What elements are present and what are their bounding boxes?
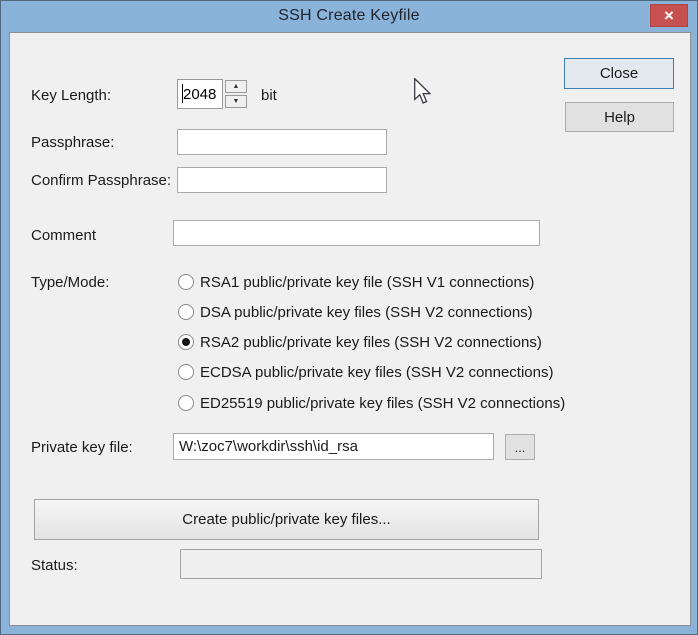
ssh-create-keyfile-dialog: SSH Create Keyfile × Key Length: ▲ ▼ bit… — [0, 0, 698, 635]
radio-ed25519[interactable]: ED25519 public/private key files (SSH V2… — [178, 394, 565, 412]
radio-rsa1[interactable]: RSA1 public/private key file (SSH V1 con… — [178, 273, 534, 291]
radio-rsa2[interactable]: RSA2 public/private key files (SSH V2 co… — [178, 333, 542, 351]
radio-ecdsa-label[interactable]: ECDSA public/private key files (SSH V2 c… — [200, 364, 554, 381]
browse-button[interactable]: ... — [505, 434, 535, 460]
private-key-file-label: Private key file: — [31, 439, 133, 456]
radio-button-icon[interactable] — [178, 304, 194, 320]
radio-ed25519-label[interactable]: ED25519 public/private key files (SSH V2… — [200, 395, 565, 412]
close-button[interactable]: Close — [564, 58, 674, 89]
radio-rsa1-label[interactable]: RSA1 public/private key file (SSH V1 con… — [200, 274, 534, 291]
key-length-unit-label: bit — [261, 87, 277, 104]
text-caret — [182, 84, 183, 103]
status-field — [180, 549, 542, 579]
status-label: Status: — [31, 557, 78, 574]
spin-up-icon: ▲ — [233, 83, 240, 90]
spin-down-button[interactable]: ▼ — [225, 95, 247, 108]
radio-rsa2-label[interactable]: RSA2 public/private key files (SSH V2 co… — [200, 334, 542, 351]
radio-button-icon[interactable] — [178, 364, 194, 380]
close-icon: × — [664, 6, 674, 25]
radio-button-icon[interactable] — [178, 334, 194, 350]
confirm-passphrase-input[interactable] — [177, 167, 387, 193]
radio-button-icon[interactable] — [178, 274, 194, 290]
titlebar[interactable]: SSH Create Keyfile × — [1, 1, 697, 32]
radio-dsa[interactable]: DSA public/private key files (SSH V2 con… — [178, 303, 533, 321]
radio-dsa-label[interactable]: DSA public/private key files (SSH V2 con… — [200, 304, 533, 321]
passphrase-input[interactable] — [177, 129, 387, 155]
private-key-file-input[interactable] — [173, 433, 494, 460]
key-length-spinner: ▲ ▼ — [177, 79, 247, 109]
key-length-input[interactable] — [177, 79, 223, 109]
help-button[interactable]: Help — [565, 102, 674, 132]
confirm-passphrase-label: Confirm Passphrase: — [31, 172, 171, 189]
window-title: SSH Create Keyfile — [1, 1, 697, 31]
comment-input[interactable] — [173, 220, 540, 246]
radio-ecdsa[interactable]: ECDSA public/private key files (SSH V2 c… — [178, 363, 554, 381]
create-keyfiles-button[interactable]: Create public/private key files... — [34, 499, 539, 540]
close-window-button[interactable]: × — [650, 4, 688, 27]
comment-label: Comment — [31, 227, 96, 244]
passphrase-label: Passphrase: — [31, 134, 114, 151]
spin-up-button[interactable]: ▲ — [225, 80, 247, 93]
type-mode-label: Type/Mode: — [31, 274, 109, 291]
key-length-label: Key Length: — [31, 87, 111, 104]
radio-button-icon[interactable] — [178, 395, 194, 411]
spin-down-icon: ▼ — [233, 98, 240, 105]
